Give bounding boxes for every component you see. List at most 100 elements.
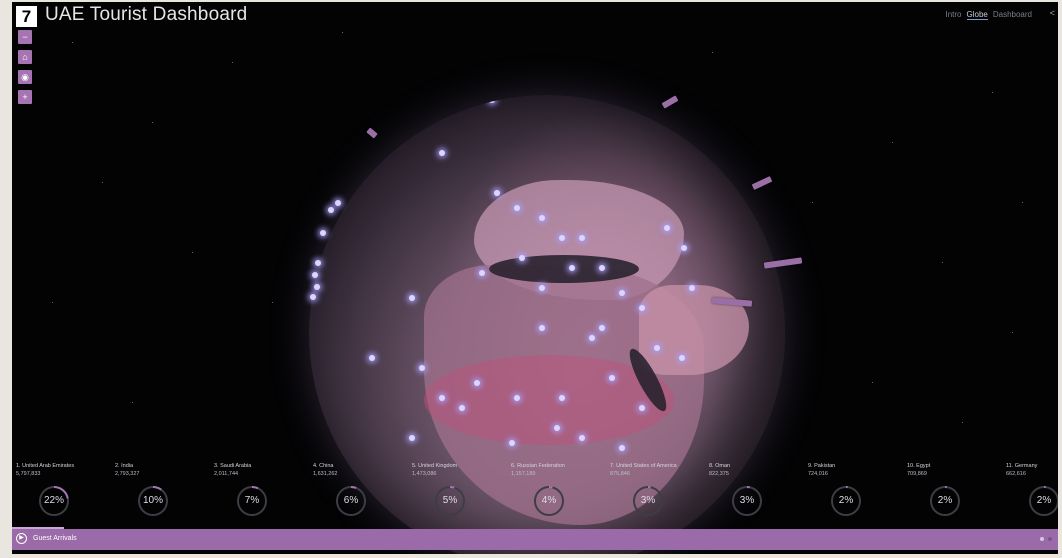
city-marker xyxy=(681,245,687,251)
city-marker xyxy=(514,395,520,401)
country-percent: 3% xyxy=(739,495,755,506)
pager-dot-1[interactable] xyxy=(1040,537,1044,541)
pager-dot-2[interactable] xyxy=(1048,537,1052,541)
share-icon[interactable]: < xyxy=(1050,8,1055,18)
country-count: 2,011,744 xyxy=(214,471,239,477)
star xyxy=(192,252,193,253)
star xyxy=(712,52,713,53)
country-stat[interactable]: 1. United Arab Emirates 5,797,833 22% xyxy=(16,463,112,516)
timeline-progress[interactable] xyxy=(12,527,65,529)
star xyxy=(812,202,813,203)
app-logo: 7 xyxy=(16,6,37,27)
plus-icon: + xyxy=(22,92,28,102)
city-marker xyxy=(369,355,375,361)
city-marker xyxy=(619,290,625,296)
home-button[interactable]: ⌂ xyxy=(18,50,32,64)
country-stats: 1. United Arab Emirates 5,797,833 22% 2. In… xyxy=(12,463,1058,527)
city-marker xyxy=(314,284,320,290)
city-marker xyxy=(474,380,480,386)
country-percent: 10% xyxy=(142,495,163,506)
star xyxy=(152,122,153,123)
city-marker xyxy=(559,395,565,401)
app-title: UAE Tourist Dashboard xyxy=(45,4,248,25)
country-stat[interactable]: 8. Oman 822,375 3% xyxy=(709,463,805,516)
play-button[interactable]: ▶ xyxy=(16,533,27,544)
play-icon: ▶ xyxy=(19,535,24,541)
city-marker xyxy=(315,260,321,266)
country-name: 9. Pakistan xyxy=(808,463,836,469)
city-marker xyxy=(419,365,425,371)
navigation-button[interactable]: ◉ xyxy=(18,70,32,84)
top-nav: Intro Globe Dashboard xyxy=(945,10,1032,20)
country-stat[interactable]: 3. Saudi Arabia 2,011,744 7% xyxy=(214,463,310,516)
minus-icon: − xyxy=(22,32,28,42)
star xyxy=(52,302,53,303)
country-count: 875,846 xyxy=(610,471,630,477)
city-marker xyxy=(639,305,645,311)
tab-globe[interactable]: Globe xyxy=(966,10,988,20)
country-count: 709,869 xyxy=(907,471,927,477)
bottom-bar: ▶ Guest Arrivals xyxy=(12,527,1058,550)
star xyxy=(872,382,873,383)
city-marker xyxy=(609,375,615,381)
country-stat[interactable]: 7. United States of America 875,846 3% xyxy=(610,463,706,516)
city-marker xyxy=(509,440,515,446)
country-name: 4. China xyxy=(313,463,334,469)
city-marker xyxy=(664,225,670,231)
country-name: 10. Egypt xyxy=(907,463,931,469)
star xyxy=(992,92,993,93)
compass-icon: ◉ xyxy=(21,72,29,82)
city-marker xyxy=(539,285,545,291)
arrival-bar xyxy=(661,95,679,109)
pager xyxy=(1040,537,1052,541)
city-marker xyxy=(439,395,445,401)
country-name: 5. United Kingdom xyxy=(412,463,458,469)
city-marker xyxy=(619,445,625,451)
city-marker xyxy=(639,405,645,411)
star xyxy=(1022,202,1023,203)
city-marker xyxy=(519,255,525,261)
star xyxy=(102,182,103,183)
city-marker xyxy=(409,295,415,301)
city-marker xyxy=(479,270,485,276)
country-stat[interactable]: 2. India 2,793,327 10% xyxy=(115,463,211,516)
country-name: 6. Russian Federation xyxy=(511,463,565,469)
country-percent: 5% xyxy=(442,495,458,506)
country-percent: 7% xyxy=(244,495,260,506)
zoom-in-button[interactable]: + xyxy=(18,90,32,104)
country-name: 3. Saudi Arabia xyxy=(214,463,252,469)
city-marker xyxy=(689,285,695,291)
country-count: 2,793,327 xyxy=(115,471,140,477)
city-marker xyxy=(654,345,660,351)
city-marker xyxy=(335,200,341,206)
city-marker xyxy=(409,435,415,441)
dashboard-frame: 7 UAE Tourist Dashboard Intro Globe Dash… xyxy=(12,2,1058,554)
city-marker xyxy=(579,235,585,241)
zoom-out-button[interactable]: − xyxy=(18,30,32,44)
country-count: 822,375 xyxy=(709,471,729,477)
country-percent: 22% xyxy=(43,495,64,506)
country-count: 1,157,189 xyxy=(511,471,536,477)
country-stat[interactable]: 10. Egypt 709,869 2% xyxy=(907,463,1003,516)
country-count: 662,616 xyxy=(1006,471,1026,477)
city-marker xyxy=(569,265,575,271)
country-percent: 3% xyxy=(640,495,656,506)
star xyxy=(892,142,893,143)
country-stat[interactable]: 11. Germany 662,616 2% xyxy=(1006,463,1058,516)
city-marker xyxy=(429,95,435,101)
country-stat[interactable]: 6. Russian Federation 1,157,189 4% xyxy=(511,463,607,516)
city-marker xyxy=(312,272,318,278)
arrival-bar xyxy=(366,127,378,139)
country-percent: 2% xyxy=(838,495,854,506)
country-percent: 2% xyxy=(1036,495,1052,506)
tab-dashboard[interactable]: Dashboard xyxy=(993,10,1032,20)
city-marker xyxy=(514,205,520,211)
city-marker xyxy=(439,150,445,156)
tab-intro[interactable]: Intro xyxy=(945,10,961,20)
sea-mediterranean xyxy=(489,255,639,283)
country-count: 1,473,086 xyxy=(412,471,437,477)
country-stat[interactable]: 5. United Kingdom 1,473,086 5% xyxy=(412,463,508,516)
country-stat[interactable]: 4. China 1,631,262 6% xyxy=(313,463,409,516)
country-name: 8. Oman xyxy=(709,463,731,469)
country-stat[interactable]: 9. Pakistan 724,016 2% xyxy=(808,463,904,516)
